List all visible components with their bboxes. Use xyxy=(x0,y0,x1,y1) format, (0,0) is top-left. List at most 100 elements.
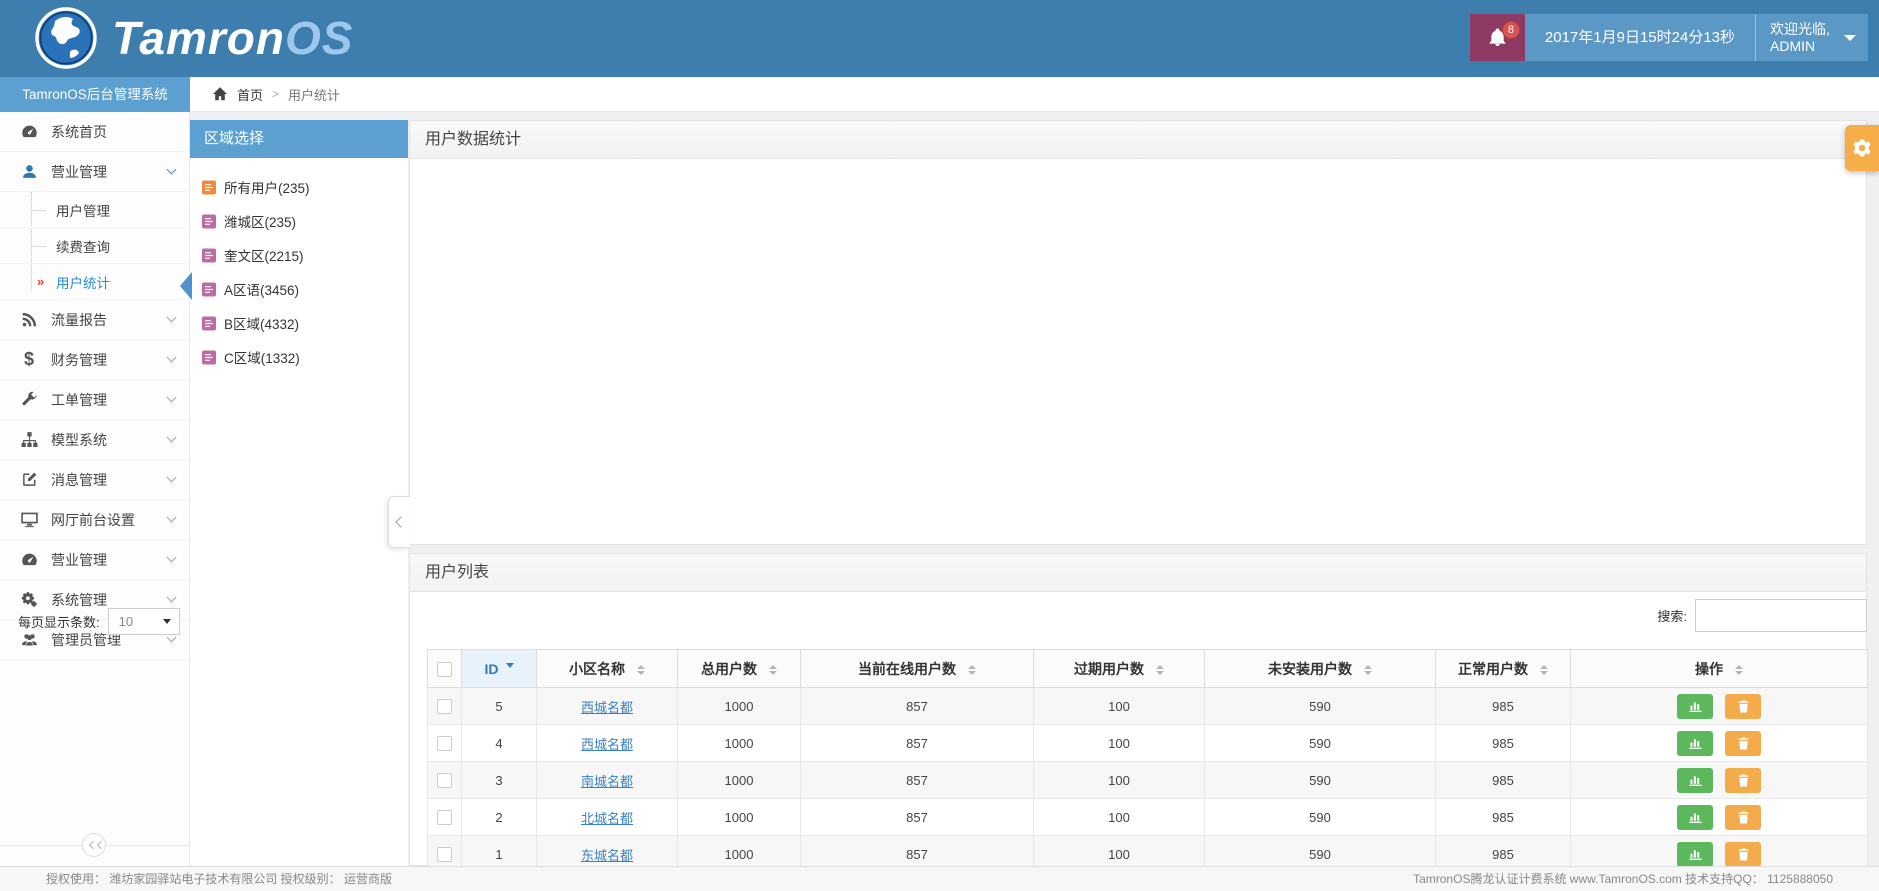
dashboard-icon xyxy=(20,123,38,141)
cell-uninstalled: 590 xyxy=(1204,761,1436,799)
column-header-uninstalled[interactable]: 未安装用户数 xyxy=(1204,649,1436,688)
column-header-normal[interactable]: 正常用户数 xyxy=(1435,649,1571,688)
sidebar-item-business-2[interactable]: 营业管理 xyxy=(0,540,189,580)
notifications-button[interactable]: 8 xyxy=(1469,14,1525,61)
footer-license: 授权使用： 潍坊家园驿站电子技术有限公司 授权级别： 运营商版 xyxy=(46,872,393,886)
list-panel-title: 用户列表 xyxy=(410,554,1866,592)
column-header-name[interactable]: 小区名称 xyxy=(536,649,678,688)
business-submenu: 用户管理 续费查询 » 用户统计 xyxy=(0,192,189,300)
region-item-a[interactable]: A区语(3456) xyxy=(190,272,408,306)
list-icon xyxy=(202,180,216,194)
sidebar-item-renewal-query[interactable]: 续费查询 xyxy=(0,228,189,264)
chart-button[interactable] xyxy=(1677,804,1713,830)
sidebar-item-work-orders[interactable]: 工单管理 xyxy=(0,380,189,420)
chart-button[interactable] xyxy=(1677,767,1713,793)
cell-online: 857 xyxy=(800,724,1034,762)
sidebar-item-home[interactable]: 系统首页 xyxy=(0,112,189,152)
user-menu[interactable]: 欢迎光临, ADMIN xyxy=(1755,14,1868,61)
list-icon xyxy=(202,350,216,364)
sidebar-item-business[interactable]: 营业管理 xyxy=(0,152,189,192)
username: ADMIN xyxy=(1770,38,1816,54)
app-logo: TamronOS xyxy=(34,6,353,70)
sidebar-item-model-system[interactable]: 模型系统 xyxy=(0,420,189,460)
sort-icon xyxy=(968,664,976,675)
chevron-down-icon xyxy=(166,352,177,363)
region-item-kuiwen[interactable]: 奎文区(2215) xyxy=(190,238,408,272)
column-header-id[interactable]: ID xyxy=(461,649,537,688)
sort-icon xyxy=(1735,664,1743,675)
cell-normal: 985 xyxy=(1435,761,1571,799)
delete-button[interactable] xyxy=(1725,693,1761,719)
delete-button[interactable] xyxy=(1725,767,1761,793)
cell-online: 857 xyxy=(800,798,1034,836)
region-item-all-users[interactable]: 所有用户(235) xyxy=(190,170,408,204)
cell-id: 3 xyxy=(461,761,537,799)
sidebar-item-finance[interactable]: $ 财务管理 xyxy=(0,340,189,380)
chevron-down-icon xyxy=(166,392,177,403)
row-checkbox[interactable] xyxy=(437,736,452,752)
region-list: 所有用户(235) 潍城区(235) 奎文区(2215) A区语(3456) B… xyxy=(190,158,408,374)
collapse-region-panel-button[interactable] xyxy=(388,496,410,548)
row-checkbox[interactable] xyxy=(437,699,452,715)
sidebar-item-portal-settings[interactable]: 网厅前台设置 xyxy=(0,500,189,540)
active-menu-arrow-icon xyxy=(180,272,192,300)
column-header-actions[interactable]: 操作 xyxy=(1570,649,1868,688)
chevron-down-icon xyxy=(166,512,177,523)
community-link[interactable]: 东城名都 xyxy=(581,848,633,863)
community-link[interactable]: 南城名都 xyxy=(581,774,633,789)
chart-button[interactable] xyxy=(1677,693,1713,719)
globe-logo-icon xyxy=(35,7,97,69)
per-page-select[interactable]: 10 xyxy=(107,608,180,635)
chevron-down-icon xyxy=(166,312,177,323)
cell-id: 4 xyxy=(461,724,537,762)
community-link[interactable]: 北城名都 xyxy=(581,811,633,826)
delete-button[interactable] xyxy=(1725,841,1761,867)
gears-icon xyxy=(20,591,38,609)
cell-normal: 985 xyxy=(1435,687,1571,725)
chevron-down-icon xyxy=(166,552,177,563)
collapse-sidebar-button[interactable] xyxy=(82,833,106,857)
select-all-checkbox[interactable] xyxy=(437,661,452,677)
cell-uninstalled: 590 xyxy=(1204,687,1436,725)
sidebar-item-user-management[interactable]: 用户管理 xyxy=(0,192,189,228)
sidebar-item-traffic-report[interactable]: 流量报告 xyxy=(0,300,189,340)
breadcrumb-home[interactable]: 首页 xyxy=(237,85,263,104)
chevron-down-icon xyxy=(166,164,177,175)
search-control: 搜索: xyxy=(1657,599,1867,632)
cell-total: 1000 xyxy=(677,687,801,725)
row-checkbox[interactable] xyxy=(437,810,452,826)
cell-expired: 100 xyxy=(1033,798,1205,836)
chevron-down-icon xyxy=(166,432,177,443)
region-item-b[interactable]: B区域(4332) xyxy=(190,306,408,340)
region-item-weicheng[interactable]: 潍城区(235) xyxy=(190,204,408,238)
region-item-c[interactable]: C区域(1332) xyxy=(190,340,408,374)
cell-uninstalled: 590 xyxy=(1204,798,1436,836)
settings-gear-button[interactable] xyxy=(1845,125,1879,171)
table-row: 4 西城名都 1000 857 100 590 985 xyxy=(427,724,1868,762)
delete-button[interactable] xyxy=(1725,804,1761,830)
search-input[interactable] xyxy=(1695,599,1867,632)
double-chevron-left-icon xyxy=(88,840,97,850)
row-checkbox[interactable] xyxy=(437,847,452,863)
sidebar-item-messages[interactable]: 消息管理 xyxy=(0,460,189,500)
search-label: 搜索: xyxy=(1657,609,1687,624)
cell-id: 2 xyxy=(461,798,537,836)
home-icon xyxy=(213,87,227,101)
community-link[interactable]: 西城名都 xyxy=(581,700,633,715)
column-header-online[interactable]: 当前在线用户数 xyxy=(800,649,1034,688)
delete-button[interactable] xyxy=(1725,730,1761,756)
footer-support: TamronOS腾龙认证计费系统 www.TamronOS.com 技术支持QQ… xyxy=(1413,872,1833,886)
column-header-total[interactable]: 总用户数 xyxy=(677,649,801,688)
welcome-text: 欢迎光临, xyxy=(1770,21,1830,37)
breadcrumb-separator: > xyxy=(272,87,280,101)
chart-button[interactable] xyxy=(1677,730,1713,756)
cell-normal: 985 xyxy=(1435,798,1571,836)
column-header-expired[interactable]: 过期用户数 xyxy=(1033,649,1205,688)
notification-badge: 8 xyxy=(1501,21,1520,39)
community-link[interactable]: 西城名都 xyxy=(581,737,633,752)
row-checkbox[interactable] xyxy=(437,773,452,789)
cell-id: 5 xyxy=(461,687,537,725)
chart-button[interactable] xyxy=(1677,841,1713,867)
sidebar-item-user-stats[interactable]: » 用户统计 xyxy=(0,264,189,300)
region-selector-panel: 区域选择 所有用户(235) 潍城区(235) 奎文区(2215) A区语(34… xyxy=(190,120,408,866)
